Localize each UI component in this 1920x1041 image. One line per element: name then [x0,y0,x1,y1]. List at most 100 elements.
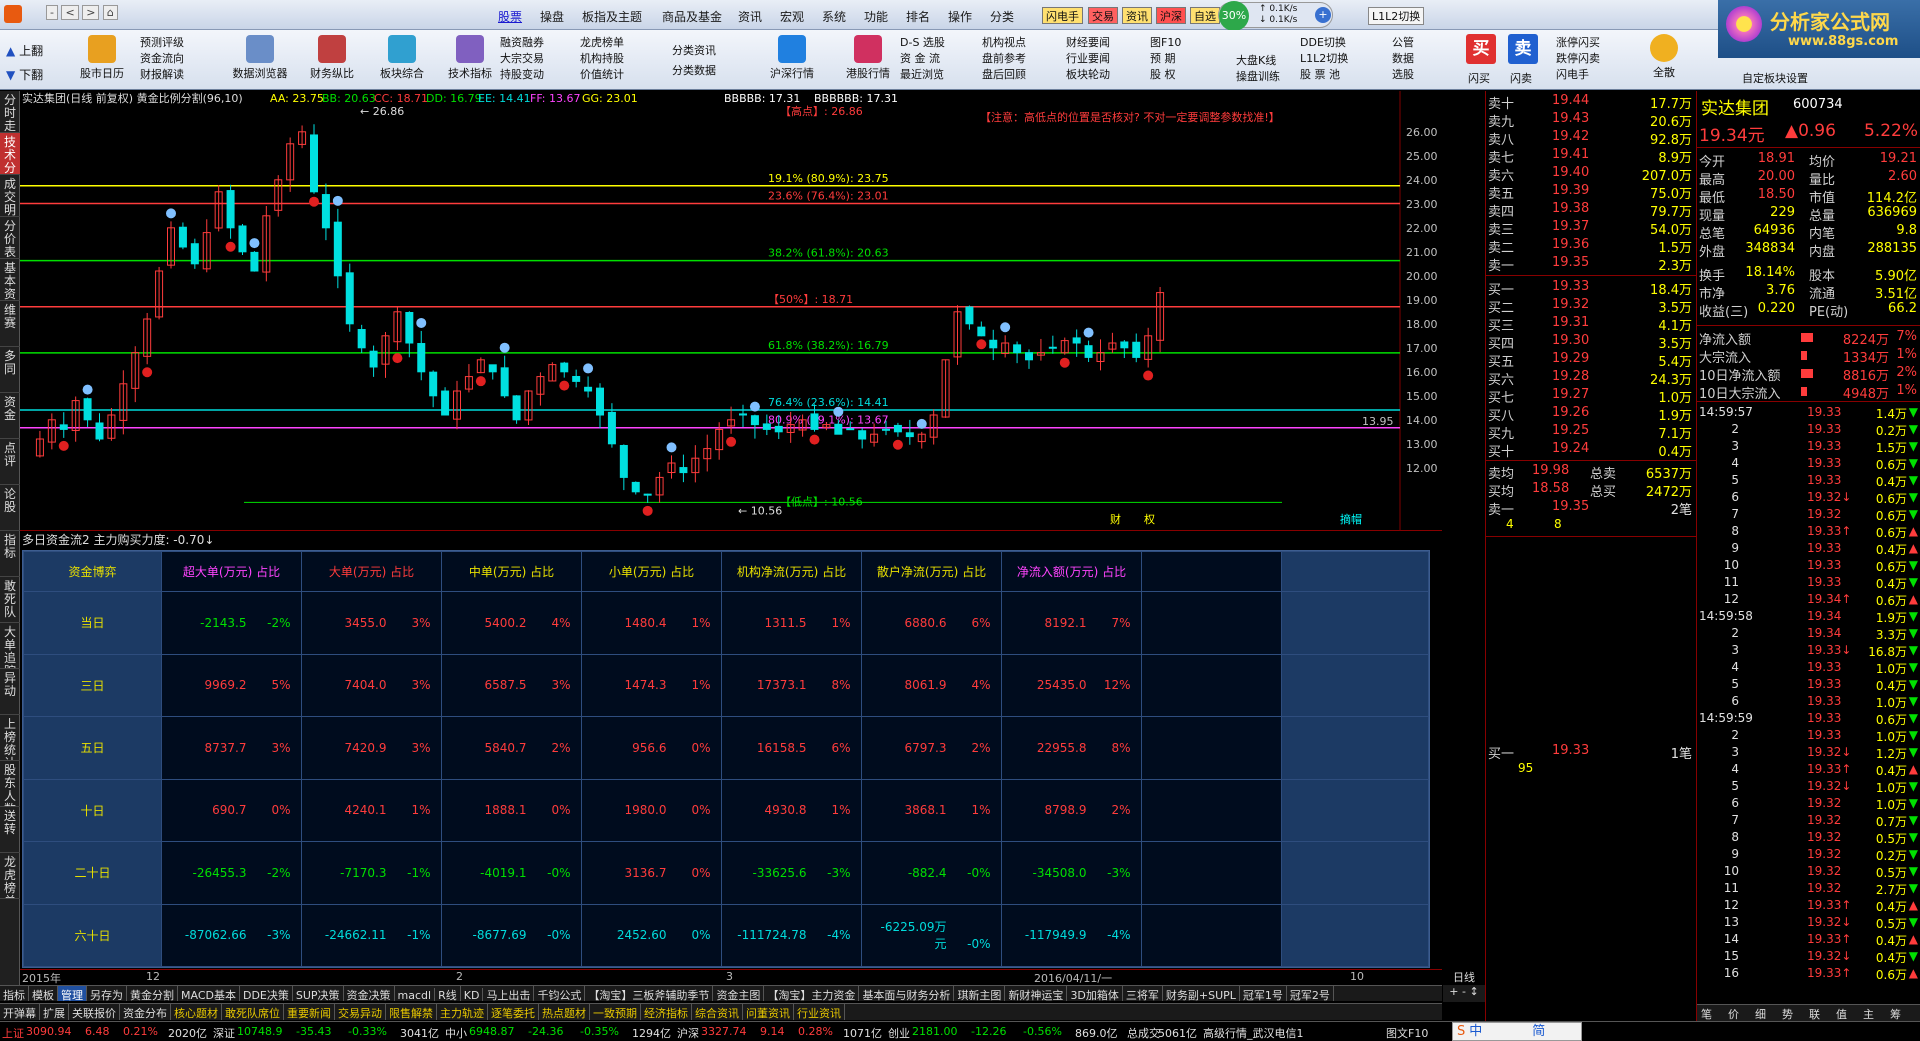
flash-sell-label[interactable]: 闪卖 [1510,70,1532,86]
left-tab-2[interactable]: 成交明细 [0,175,20,217]
info-tab-2[interactable]: 关联报价 [69,1004,120,1020]
orderbook-row[interactable]: 卖四 19.38 79.7万 [1488,201,1694,220]
toolbar-button-0[interactable]: 股市日历 [70,32,134,88]
menu-item-9[interactable]: 操作 [948,8,972,25]
kline-chart-panel[interactable]: 实达集团(日线 前复权) 黄金比例分割(96,10) AA: 23.75 BB: 2… [20,91,1442,531]
template-tab-8[interactable]: 资金决策 [344,986,395,1001]
template-tab-4[interactable]: 黄金分割 [127,986,178,1001]
template-tab-23[interactable]: 冠军1号 [1240,986,1287,1001]
minimize-icon[interactable]: - [46,5,58,20]
l1l2-switch-button[interactable]: L1L2切换 [1368,7,1425,25]
template-tab-16[interactable]: 【淘宝】主力资金 [764,986,860,1001]
info-tab-4[interactable]: 核心题材 [171,1004,222,1020]
toolbar-small2-0[interactable]: 融资融券 [500,34,544,50]
toolbar-button-6[interactable]: 港股行情 [836,32,900,88]
template-tab-6[interactable]: DDE决策 [240,986,293,1001]
menu-item-7[interactable]: 功能 [864,8,888,25]
template-tab-0[interactable]: 指标 [0,986,29,1001]
info-tab-0[interactable]: 开弹幕 [0,1004,40,1020]
right-tab-7[interactable]: 筹 [1890,1006,1901,1022]
forward-icon[interactable]: > [82,5,100,20]
info-tab-7[interactable]: 交易异动 [335,1004,386,1020]
left-tab-4[interactable]: 基本资料 [0,259,20,301]
menu-item-4[interactable]: 资讯 [738,8,762,25]
toolbar-button-2[interactable]: 财务纵比 [300,32,364,88]
info-tab-9[interactable]: 主力轨迹 [437,1004,488,1020]
template-tab-17[interactable]: 基本面与财务分析 [859,986,955,1001]
template-tab-24[interactable]: 冠军2号 [1287,986,1334,1001]
toolbar-small9-0[interactable]: 大盘K线 [1236,52,1276,68]
back-icon[interactable]: < [61,5,79,20]
full-scatter-button[interactable]: 全散 [1646,34,1682,86]
toolbar-small12-1[interactable]: 跌停闪卖 [1556,50,1600,66]
toolbar-small3-0[interactable]: 龙虎榜单 [580,34,624,50]
orderbook-row[interactable]: 卖三 19.37 54.0万 [1488,219,1694,238]
quick-tag-0[interactable]: 闪电手 [1042,7,1083,24]
template-tab-5[interactable]: MACD基本 [178,986,240,1001]
toolbar-small6-2[interactable]: 盘后回顾 [982,66,1026,82]
boost-icon[interactable]: + [1315,7,1331,23]
orderbook-row[interactable]: 卖二 19.36 1.5万 [1488,237,1694,256]
toolbar-small12-2[interactable]: 闪电手 [1556,66,1589,82]
left-tab-12[interactable]: 大单追踪 [0,623,20,669]
template-tab-19[interactable]: 新财神运宝 [1005,986,1068,1001]
template-tab-3[interactable]: 另存为 [87,986,127,1001]
right-tab-4[interactable]: 联 [1809,1006,1820,1022]
info-tab-1[interactable]: 扩展 [40,1004,69,1020]
custom-sector-button[interactable]: 自定板块设置 [1742,70,1808,86]
menu-item-1[interactable]: 操盘 [540,8,564,25]
info-tab-6[interactable]: 重要新闻 [284,1004,335,1020]
left-tab-14[interactable]: 上榜统计 [0,715,20,761]
orderbook-row[interactable]: 买四 19.30 3.5万 [1488,333,1694,352]
orderbook-row[interactable]: 卖六 19.40 207.0万 [1488,165,1694,184]
toolbar-small12-0[interactable]: 涨停闪买 [1556,34,1600,50]
template-tab-18[interactable]: 琪新主图 [954,986,1006,1001]
info-tab-3[interactable]: 资金分布 [120,1004,171,1020]
zoom-controls[interactable]: + - ↕ [1443,985,1485,1002]
toolbar-small9-1[interactable]: 操盘训练 [1236,68,1280,84]
template-tab-13[interactable]: 千钧公式 [534,986,586,1001]
left-tab-15[interactable]: 股东人数 [0,761,20,807]
quick-tag-4[interactable]: 自选 [1190,7,1220,24]
info-tab-10[interactable]: 逐笔委托 [488,1004,539,1020]
orderbook-row[interactable]: 卖八 19.42 92.8万 [1488,129,1694,148]
left-tab-3[interactable]: 分价表 [0,217,20,259]
left-tab-7[interactable]: 资金 [0,393,20,439]
menu-item-8[interactable]: 排名 [906,8,930,25]
orderbook-row[interactable]: 买六 19.28 24.3万 [1488,369,1694,388]
toolbar-small1-1[interactable]: 资金流向 [140,50,184,66]
toolbar-small5-0[interactable]: D-S 选股 [900,34,945,50]
template-tab-14[interactable]: 【淘宝】三板斧辅助季节 [585,986,714,1001]
orderbook-row[interactable]: 卖五 19.39 75.0万 [1488,183,1694,202]
toolbar-small6-1[interactable]: 盘前参考 [982,50,1026,66]
toolbar-small2-2[interactable]: 持股变动 [500,66,544,82]
toolbar-small11-0[interactable]: 公管 [1392,34,1414,50]
menu-item-3[interactable]: 商品及基金 [662,8,722,25]
left-tab-5[interactable]: 维赛 [0,301,20,347]
buy-button[interactable]: 买 [1466,34,1496,64]
left-tab-0[interactable]: 分时走势 [0,91,20,133]
left-tab-13[interactable]: 异动 [0,669,20,715]
orderbook-row[interactable]: 买九 19.25 7.1万 [1488,423,1694,442]
left-tab-6[interactable]: 多同 [0,347,20,393]
nav-pagedown-button[interactable]: ▼ 下翻 [6,66,43,83]
template-tab-20[interactable]: 3D加箱体 [1067,986,1123,1001]
quick-tag-2[interactable]: 资讯 [1122,7,1152,24]
toolbar-small4-1[interactable]: 分类数据 [672,62,716,78]
f10-button[interactable]: 图文F10 [1386,1025,1428,1041]
toolbar-small7-0[interactable]: 财经要闻 [1066,34,1110,50]
toolbar-small3-2[interactable]: 价值统计 [580,66,624,82]
right-tab-5[interactable]: 值 [1836,1006,1847,1022]
info-tab-12[interactable]: 一致预期 [590,1004,641,1020]
info-tab-14[interactable]: 综合资讯 [692,1004,743,1020]
orderbook-row[interactable]: 买一 19.33 18.4万 [1488,279,1694,298]
toolbar-small10-2[interactable]: 股 票 池 [1300,66,1340,82]
orderbook-row[interactable]: 买七 19.27 1.0万 [1488,387,1694,406]
template-tab-12[interactable]: 马上出击 [483,986,535,1001]
toolbar-small4-0[interactable]: 分类资讯 [672,42,716,58]
left-tab-17[interactable]: 龙虎榜单 [0,853,20,899]
toolbar-small5-2[interactable]: 最近浏览 [900,66,944,82]
right-tab-2[interactable]: 细 [1755,1006,1766,1022]
quick-tag-1[interactable]: 交易 [1088,7,1118,24]
info-tab-8[interactable]: 限售解禁 [386,1004,437,1020]
